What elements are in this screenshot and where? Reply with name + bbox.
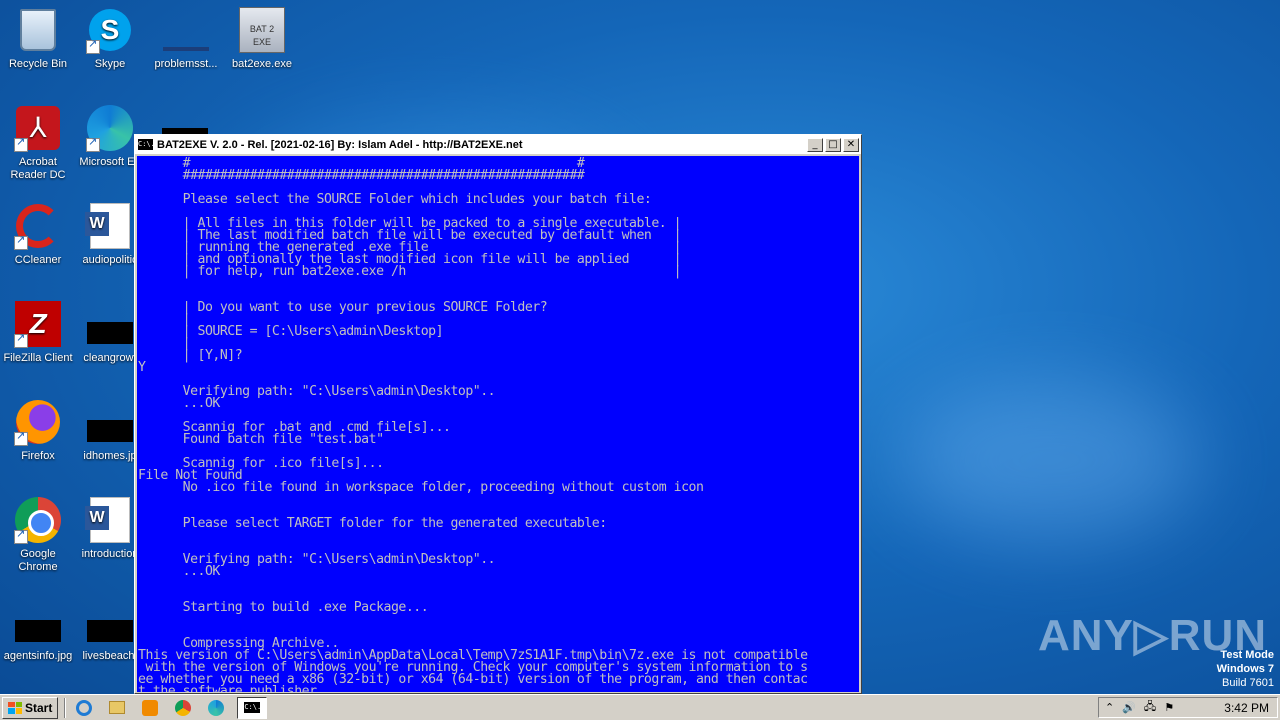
desktop-icon-label: bat2exe.exe (232, 58, 292, 70)
start-label: Start (25, 700, 53, 715)
system-tray: ⌃ 🔊 🖧 ⚑ 3:42 PM (1098, 697, 1278, 718)
recycle-bin-icon (20, 9, 56, 51)
desktop-icon-label: problemsst... (154, 58, 218, 70)
console-line: Starting to build .exe Package... (138, 600, 429, 615)
word-document-icon (85, 497, 130, 543)
desktop-icon-bat2exe[interactable]: BAT 2 EXE bat2exe.exe (224, 6, 300, 71)
desktop-icon-filezilla[interactable]: Z FileZilla Client (0, 300, 76, 365)
desktop-icon-recycle-bin[interactable]: Recycle Bin (0, 6, 76, 71)
quicklaunch-edge[interactable] (204, 697, 228, 719)
desktop-icon-label: agentsinfo.jpg (3, 650, 73, 662)
desktop-icon-firefox[interactable]: Firefox (0, 398, 76, 463)
window-title: BAT2EXE V. 2.0 - Rel. [2021-02-16] By: I… (157, 138, 523, 151)
desktop-icon-skype[interactable]: S Skype (72, 6, 148, 71)
console-line: | for help, run bat2exe.exe /h | (138, 264, 682, 279)
tray-expand-icon[interactable]: ⌃ (1105, 701, 1114, 714)
console-line: Found batch file "test.bat" (138, 432, 384, 447)
desktop-icon-label: Skype (94, 58, 126, 70)
taskbar-separator (64, 697, 67, 718)
desktop-icon-ccleaner[interactable]: CCleaner (0, 202, 76, 267)
console-line: Please select the SOURCE Folder which in… (138, 192, 652, 207)
console-line: ########################################… (138, 168, 585, 183)
console-app-icon: C:\. (244, 702, 262, 713)
image-thumbnail-icon (15, 620, 61, 642)
quicklaunch-chrome[interactable] (171, 697, 195, 719)
shortcut-arrow-icon (86, 136, 100, 152)
console-line: | (138, 336, 191, 351)
window-titlebar[interactable]: C:\. BAT2EXE V. 2.0 - Rel. [2021-02-16] … (135, 135, 861, 155)
console-line: Scannig for .ico file[s]... (138, 456, 384, 471)
console-line: | [Y,N]? (138, 348, 243, 363)
shortcut-arrow-icon (86, 38, 100, 54)
minimize-button[interactable]: _ (807, 137, 823, 152)
windows-logo-icon (8, 701, 22, 714)
image-thumbnail-icon (87, 322, 133, 344)
desktop-icon-label: Recycle Bin (8, 58, 68, 70)
action-center-flag-icon[interactable]: ⚑ (1164, 701, 1174, 714)
desktop-icon-label: Acrobat Reader DC (10, 156, 66, 181)
quicklaunch-ie[interactable] (72, 697, 96, 719)
taskbar-clock[interactable]: 3:42 PM (1224, 701, 1269, 715)
console-line: Verifying path: "C:\Users\admin\Desktop"… (138, 552, 496, 567)
bat2exe-console-window[interactable]: C:\. BAT2EXE V. 2.0 - Rel. [2021-02-16] … (134, 134, 862, 694)
desktop-icon-label: Google Chrome (18, 548, 58, 573)
file-icon (163, 47, 209, 51)
internet-explorer-icon (76, 699, 93, 716)
quicklaunch-explorer[interactable] (105, 697, 129, 719)
bat2exe-icon: BAT 2 EXE (239, 7, 285, 53)
shortcut-arrow-icon (14, 528, 28, 544)
console-line: | Do you want to use your previous SOURC… (138, 300, 548, 315)
console-line: Please select TARGET folder for the gene… (138, 516, 608, 531)
image-thumbnail-icon (87, 620, 133, 642)
console-app-icon[interactable]: C:\. (138, 139, 155, 150)
maximize-button[interactable]: □ (825, 137, 841, 152)
shortcut-arrow-icon (14, 136, 28, 152)
desktop-icon-label: Firefox (21, 450, 55, 462)
console-line: | SOURCE = [C:\Users\admin\Desktop] (138, 324, 444, 339)
console-line: No .ico file found in workspace folder, … (138, 480, 704, 495)
chrome-icon (175, 699, 192, 716)
build-label: Build 7601 (1222, 677, 1274, 689)
test-mode-label: Test Mode (1220, 649, 1274, 661)
console-line: ...OK (138, 396, 221, 411)
close-button[interactable]: ✕ (843, 137, 859, 152)
taskbar: Start C:\. ⌃ 🔊 🖧 ⚑ 3:42 PM (0, 694, 1280, 720)
os-label: Windows 7 (1216, 663, 1274, 675)
taskbar-console-button[interactable]: C:\. (237, 696, 268, 719)
volume-icon[interactable]: 🔊 (1122, 701, 1136, 714)
desktop-icon-problemsst[interactable]: problemsst... (148, 6, 224, 71)
word-document-icon (85, 203, 130, 249)
image-thumbnail-icon (87, 420, 133, 442)
console-line: Verifying path: "C:\Users\admin\Desktop"… (138, 384, 496, 399)
edge-icon (208, 699, 225, 716)
media-player-icon (142, 699, 159, 716)
console-output[interactable]: # # ####################################… (137, 156, 859, 692)
desktop-icon-label: CCleaner (14, 254, 62, 266)
quicklaunch-media-player[interactable] (138, 697, 162, 719)
start-button[interactable]: Start (2, 696, 59, 719)
desktop-icon-chrome[interactable]: Google Chrome (0, 496, 76, 574)
bat2exe-icon-text: BAT 2 EXE (249, 24, 275, 47)
folder-icon (109, 701, 126, 714)
network-icon[interactable]: 🖧 (1144, 698, 1156, 717)
desktop-icon-label: FileZilla Client (3, 352, 73, 364)
test-mode-notice: Test Mode Windows 7 Build 7601 (1217, 648, 1274, 690)
shortcut-arrow-icon (14, 332, 28, 348)
shortcut-arrow-icon (14, 234, 28, 250)
shortcut-arrow-icon (14, 430, 28, 446)
console-line: ...OK (138, 564, 221, 579)
desktop-icon-agentsinfo[interactable]: agentsinfo.jpg (0, 598, 76, 663)
console-line: Y (138, 360, 146, 375)
desktop-icon-acrobat[interactable]: ⅄ Acrobat Reader DC (0, 104, 76, 182)
